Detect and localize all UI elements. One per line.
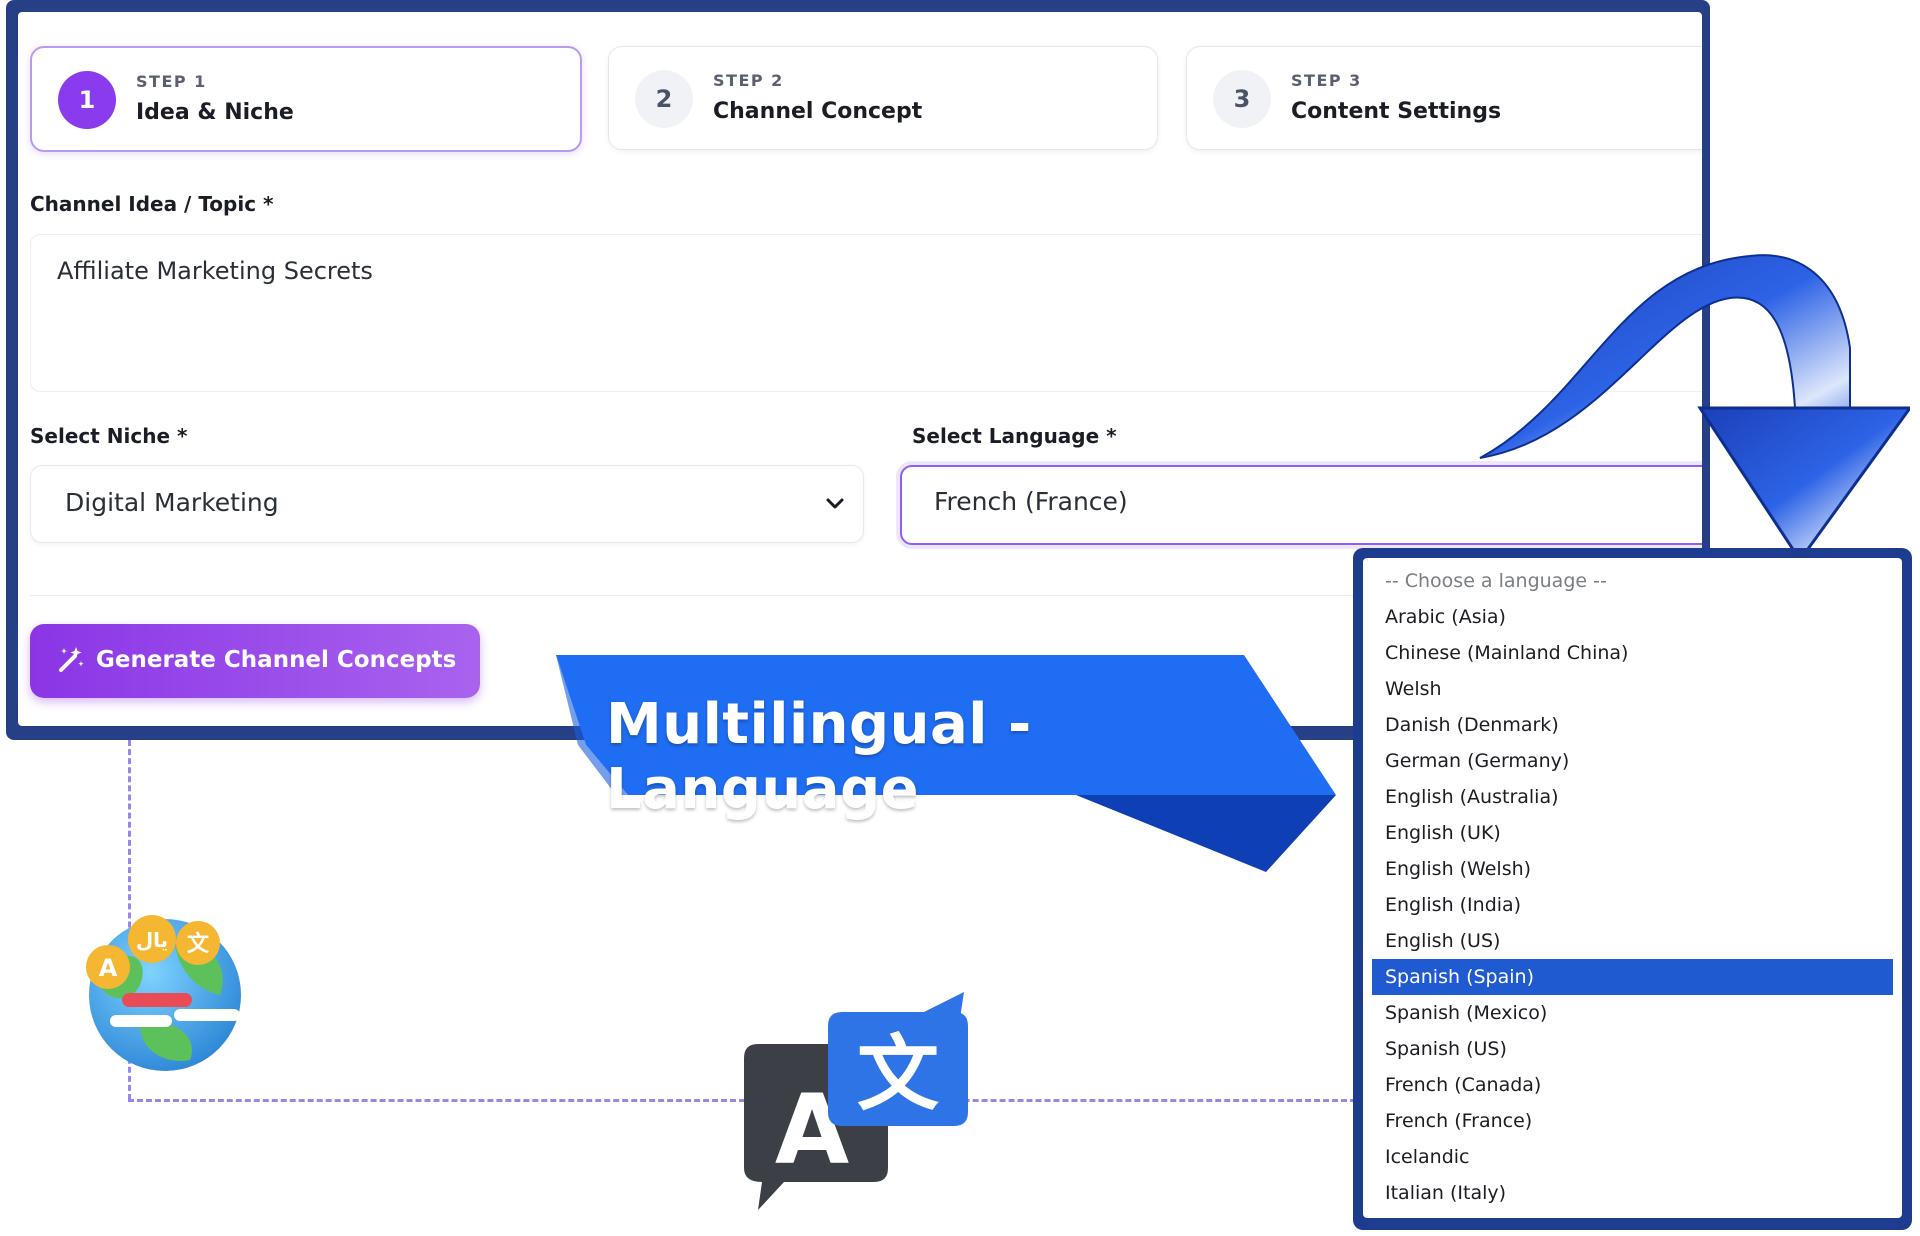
language-option[interactable]: Arabic (Asia) bbox=[1363, 599, 1902, 635]
step-number-2: 2 bbox=[635, 70, 693, 128]
globe-language-icon: A یال 文 bbox=[86, 915, 241, 1071]
language-dropdown-list[interactable]: -- Choose a language -- Arabic (Asia) Ch… bbox=[1353, 548, 1912, 1230]
language-option[interactable]: Icelandic bbox=[1363, 1139, 1902, 1175]
banner-title: Multilingual -Language bbox=[606, 692, 1032, 822]
step-card-3[interactable]: 3 STEP 3 Content Settings bbox=[1186, 46, 1702, 150]
step-title-2: Channel Concept bbox=[713, 99, 923, 124]
language-option[interactable]: Chinese (Mainland China) bbox=[1363, 635, 1902, 671]
step-label-3: STEP 3 bbox=[1291, 71, 1362, 90]
translate-glyph-cjk: 文 bbox=[857, 1027, 939, 1122]
language-option[interactable]: French (Canada) bbox=[1363, 1067, 1902, 1103]
language-option-placeholder[interactable]: -- Choose a language -- bbox=[1363, 563, 1902, 599]
language-option[interactable]: Danish (Denmark) bbox=[1363, 707, 1902, 743]
generate-label: Generate Channel Concepts bbox=[96, 647, 457, 673]
language-option[interactable]: English (Australia) bbox=[1363, 779, 1902, 815]
globe-glyph-arabic: یال bbox=[136, 928, 168, 952]
magic-wand-icon bbox=[59, 647, 84, 672]
language-options: -- Choose a language -- Arabic (Asia) Ch… bbox=[1363, 558, 1902, 1218]
language-option[interactable]: Spanish (Mexico) bbox=[1363, 995, 1902, 1031]
step-label-2: STEP 2 bbox=[713, 71, 784, 90]
language-option[interactable]: Welsh bbox=[1363, 671, 1902, 707]
generate-concepts-button[interactable]: Generate Channel Concepts bbox=[30, 624, 480, 698]
language-option[interactable]: English (India) bbox=[1363, 887, 1902, 923]
topic-label: Channel Idea / Topic * bbox=[30, 192, 274, 216]
globe-glyph-cjk: 文 bbox=[187, 931, 210, 957]
topic-value: Affiliate Marketing Secrets bbox=[57, 257, 373, 285]
language-option[interactable]: English (US) bbox=[1363, 923, 1902, 959]
step-card-2[interactable]: 2 STEP 2 Channel Concept bbox=[608, 46, 1158, 150]
language-value: French (France) bbox=[934, 487, 1128, 516]
step-label-1: STEP 1 bbox=[136, 72, 207, 91]
language-option[interactable]: English (Welsh) bbox=[1363, 851, 1902, 887]
language-option[interactable]: German (Germany) bbox=[1363, 743, 1902, 779]
niche-label: Select Niche * bbox=[30, 424, 188, 448]
language-option[interactable]: French (France) bbox=[1363, 1103, 1902, 1139]
globe-glyph-a: A bbox=[99, 954, 118, 982]
niche-select[interactable]: Digital Marketing bbox=[30, 465, 864, 543]
language-option[interactable]: Spanish (US) bbox=[1363, 1031, 1902, 1067]
step-card-1[interactable]: 1 STEP 1 Idea & Niche bbox=[30, 46, 582, 152]
topic-textarea[interactable]: Affiliate Marketing Secrets bbox=[30, 234, 1702, 392]
step-title-1: Idea & Niche bbox=[136, 100, 294, 125]
niche-value: Digital Marketing bbox=[65, 488, 279, 517]
curved-arrow-icon bbox=[1479, 254, 1910, 563]
language-option[interactable]: English (UK) bbox=[1363, 815, 1902, 851]
step-number-3: 3 bbox=[1213, 70, 1271, 128]
language-option[interactable]: Italian (Italy) bbox=[1363, 1175, 1902, 1211]
language-option-selected[interactable]: Spanish (Spain) bbox=[1372, 959, 1893, 995]
translate-icon: A 文 bbox=[744, 992, 968, 1210]
step-title-3: Content Settings bbox=[1291, 99, 1502, 124]
chevron-down-icon bbox=[826, 498, 844, 509]
step-number-1: 1 bbox=[58, 71, 116, 129]
language-label: Select Language * bbox=[912, 424, 1117, 448]
